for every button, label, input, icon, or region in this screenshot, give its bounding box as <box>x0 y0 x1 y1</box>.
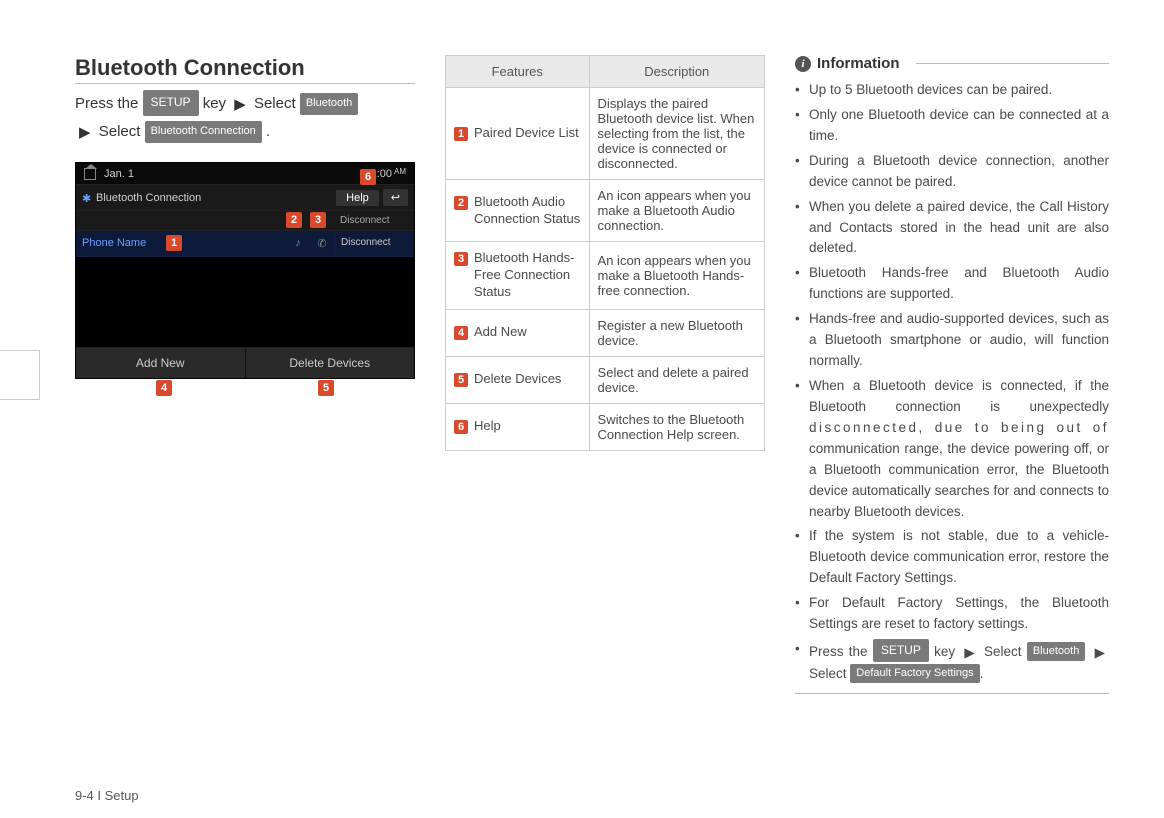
feature-description: An icon appears when you make a Bluetoot… <box>589 242 764 310</box>
bluetooth-label: Bluetooth <box>300 93 358 115</box>
info-icon: i <box>795 56 811 72</box>
col-features: Features <box>446 56 590 88</box>
bluetooth-connection-label: Bluetooth Connection <box>145 121 262 143</box>
delete-devices-button[interactable]: Delete Devices <box>246 348 415 378</box>
list-item: If the system is not stable, due to a ve… <box>795 526 1109 589</box>
callout-4: 4 <box>156 380 172 396</box>
arrow-icon: ▶ <box>1095 643 1105 664</box>
instruction-line: Press the SETUP key ▶ Select Bluetooth ▶… <box>75 90 415 146</box>
callout-1: 1 <box>166 235 182 251</box>
feature-number: 1 <box>454 127 468 141</box>
disconnect-cell[interactable]: Disconnect <box>334 231 414 256</box>
info-list: Up to 5 Bluetooth devices can be paired.… <box>795 80 1109 685</box>
empty-rows <box>76 257 414 347</box>
instr-text: Select <box>254 95 300 112</box>
title-bar: Bluetooth Connection Help ↩ 6 <box>76 185 414 211</box>
feature-description: An icon appears when you make a Bluetoot… <box>589 180 764 242</box>
list-item: Bluetooth Hands-free and Bluetooth Audio… <box>795 263 1109 305</box>
table-row: 1 Paired Device List Displays the paired B… <box>446 88 765 180</box>
list-item: For Default Factory Settings, the Blueto… <box>795 593 1109 635</box>
page-tab-indent <box>0 350 40 400</box>
status-date: Jan. 1 <box>104 168 356 180</box>
page-footer: 9-4 I Setup <box>75 788 139 803</box>
table-row: 5 Delete Devices Select and delete a paire… <box>446 356 765 403</box>
default-factory-settings-label: Default Factory Settings <box>850 664 979 683</box>
instr-text: . <box>266 123 270 140</box>
instr-text: Press the <box>75 95 143 112</box>
list-item: During a Bluetooth device connection, an… <box>795 151 1109 193</box>
setup-key-label: SETUP <box>873 639 929 662</box>
feature-label: Help <box>474 418 501 435</box>
col-description: Description <box>589 56 764 88</box>
bluetooth-label: Bluetooth <box>1027 642 1085 661</box>
table-row: 2 Bluetooth Audio Connection StatusAn ico… <box>446 180 765 242</box>
back-button[interactable]: ↩ <box>383 189 408 206</box>
section-title: Bluetooth Connection <box>75 55 415 84</box>
list-item: Only one Bluetooth device can be connect… <box>795 105 1109 147</box>
feature-description: Displays the paired Bluetooth device lis… <box>589 88 764 180</box>
arrow-icon: ▶ <box>234 91 246 118</box>
feature-number: 4 <box>454 326 468 340</box>
screen-title: Bluetooth Connection <box>96 192 201 204</box>
table-header: 2 3 Disconnect <box>76 211 414 231</box>
list-item: When you delete a paired device, the Cal… <box>795 197 1109 260</box>
list-item: When a Bluetooth device is connected, if… <box>795 376 1109 522</box>
feature-number: 2 <box>454 196 468 210</box>
info-header: i Information <box>795 55 1109 72</box>
callout-3: 3 <box>310 212 326 228</box>
list-item: Hands-free and audio-supported devices, … <box>795 309 1109 372</box>
callout-6: 6 <box>360 169 376 185</box>
arrow-icon: ▶ <box>964 643 974 664</box>
table-row: 4 Add New Register a new Bluetooth device. <box>446 309 765 356</box>
list-item: Up to 5 Bluetooth devices can be paired. <box>795 80 1109 101</box>
list-item: Press the SETUP key ▶ Select Bluetooth ▶… <box>795 639 1109 685</box>
device-screenshot: Jan. 1 12:00AM Bluetooth Connection Help… <box>75 162 415 379</box>
feature-number: 3 <box>454 252 468 266</box>
callout-2: 2 <box>286 212 302 228</box>
feature-description: Select and delete a paired device. <box>589 356 764 403</box>
feature-description: Register a new Bluetooth device. <box>589 309 764 356</box>
feature-label: Add New <box>474 324 527 341</box>
feature-label: Bluetooth Audio Connection Status <box>474 194 581 228</box>
bluetooth-icon <box>82 192 90 204</box>
info-bottom-rule <box>795 693 1109 694</box>
setup-key-label: SETUP <box>143 90 199 116</box>
help-button[interactable]: Help <box>336 190 379 206</box>
device-row[interactable]: Phone Name 1 ♪ ✆ Disconnect <box>76 231 414 257</box>
callout-5: 5 <box>318 380 334 396</box>
audio-status-icon: ♪ <box>286 231 310 256</box>
table-row: 6 Help Switches to the Bluetooth Connectio… <box>446 403 765 450</box>
instr-text: Select <box>99 123 145 140</box>
feature-label: Bluetooth Hands-Free Connection Status <box>474 250 581 301</box>
add-new-button[interactable]: Add New <box>76 348 246 378</box>
feature-number: 5 <box>454 373 468 387</box>
feature-description: Switches to the Bluetooth Connection Hel… <box>589 403 764 450</box>
feature-label: Delete Devices <box>474 371 561 388</box>
handsfree-status-icon: ✆ <box>310 231 334 256</box>
table-row: 3 Bluetooth Hands-Free Connection StatusA… <box>446 242 765 310</box>
device-name: Phone Name <box>82 237 146 249</box>
feature-label: Paired Device List <box>474 125 579 142</box>
info-heading: Information <box>817 55 900 72</box>
header-disconnect: Disconnect <box>334 211 414 230</box>
arrow-icon: ▶ <box>79 119 91 146</box>
feature-number: 6 <box>454 420 468 434</box>
features-table: Features Description 1 Paired Device List… <box>445 55 765 451</box>
instr-text: key <box>203 95 231 112</box>
bottom-bar: Add New Delete Devices <box>76 347 414 378</box>
home-icon <box>84 168 96 180</box>
